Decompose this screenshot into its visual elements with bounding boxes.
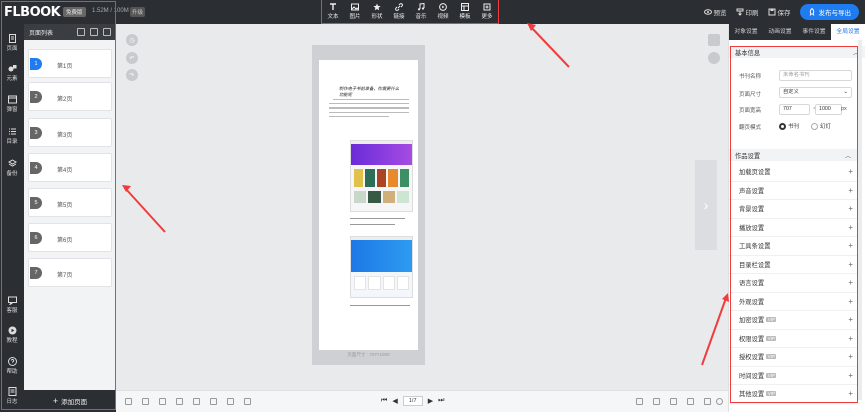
arrowhead-left [122,185,131,192]
annotation-arrows [122,23,729,366]
arrow-left [124,187,166,233]
arrow-right [701,297,727,366]
arrow-top [529,25,570,68]
